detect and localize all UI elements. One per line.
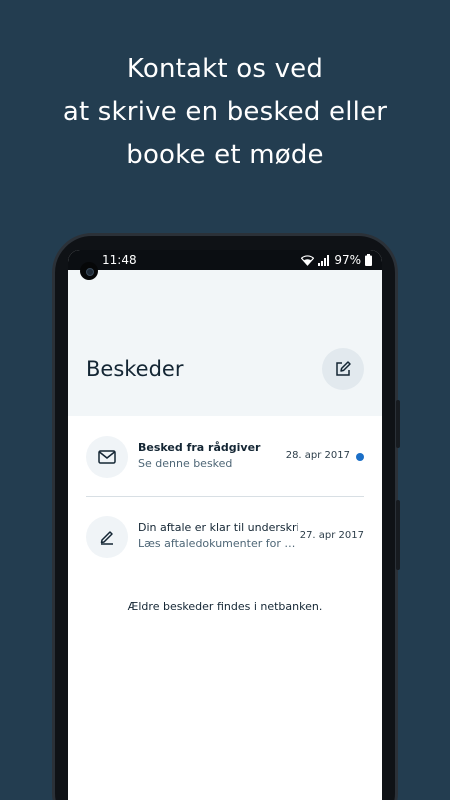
wifi-icon — [301, 254, 315, 266]
promo-headline: Kontakt os ved at skrive en besked eller… — [0, 48, 450, 177]
status-icons: 97% — [301, 253, 372, 267]
signal-icon — [318, 254, 330, 266]
message-subtitle: Se denne besked — [138, 457, 233, 470]
status-time: 11:48 — [102, 253, 137, 267]
message-divider — [86, 496, 364, 497]
phone-screen: 11:48 97% Beskeder Besked fra rådgiver S… — [68, 250, 382, 800]
page-title: Beskeder — [86, 357, 184, 381]
phone-side-button-lower — [396, 500, 400, 570]
message-title: Besked fra rådgiver — [138, 441, 261, 454]
message-subtitle: Læs aftaledokumenter for at underskrive — [138, 537, 296, 550]
compose-button[interactable] — [322, 348, 364, 390]
compose-icon — [336, 361, 351, 376]
status-bar: 11:48 97% — [68, 250, 382, 270]
message-icon-badge — [86, 516, 128, 558]
promo-line-3: booke et møde — [126, 140, 324, 170]
message-title: Din aftale er klar til underskrift — [138, 521, 298, 534]
message-item-advisor[interactable]: Besked fra rådgiver Se denne besked 28. … — [86, 436, 364, 478]
envelope-icon — [98, 450, 116, 464]
battery-icon — [365, 254, 372, 266]
unread-indicator — [356, 453, 364, 461]
message-item-signature[interactable]: Din aftale er klar til underskrift Læs a… — [86, 516, 364, 558]
promo-line-1: Kontakt os ved — [126, 54, 324, 84]
battery-percent: 97% — [334, 253, 361, 267]
front-camera — [80, 262, 98, 280]
app-header: Beskeder — [68, 270, 382, 416]
phone-side-button — [396, 400, 400, 448]
message-date: 27. apr 2017 — [299, 530, 364, 541]
promo-line-2: at skrive en besked eller — [62, 97, 388, 127]
message-date: 28. apr 2017 — [285, 450, 350, 461]
older-messages-note: Ældre beskeder findes i netbanken. — [127, 600, 323, 613]
pen-icon — [100, 531, 113, 545]
message-icon-badge — [86, 436, 128, 478]
